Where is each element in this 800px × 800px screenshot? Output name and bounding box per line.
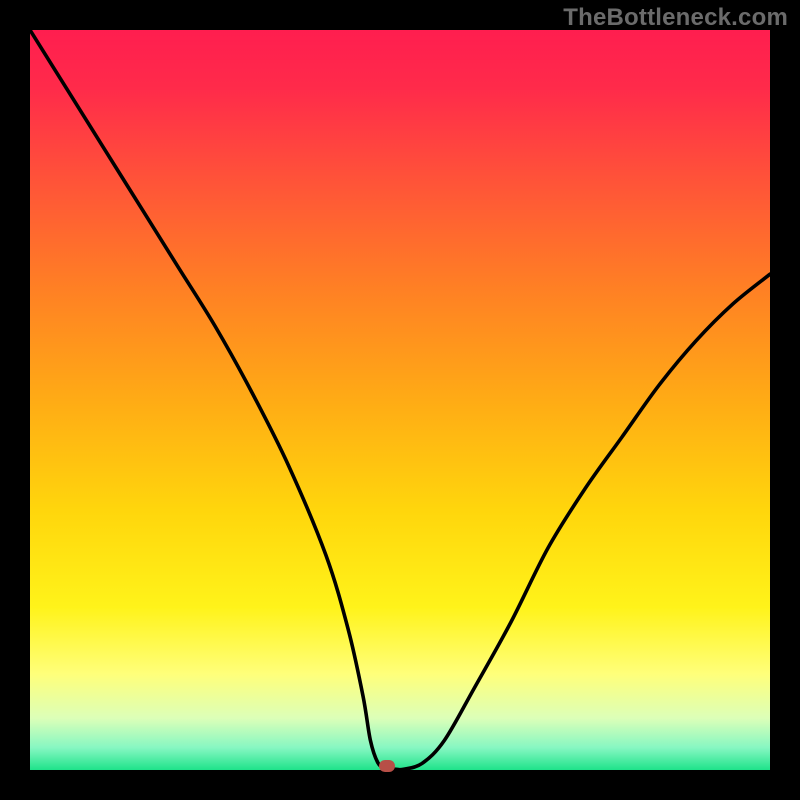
curve-layer <box>30 30 770 770</box>
chart-frame: TheBottleneck.com <box>0 0 800 800</box>
optimum-marker <box>379 760 395 772</box>
bottleneck-curve <box>30 30 770 770</box>
watermark-text: TheBottleneck.com <box>563 4 788 32</box>
plot-area <box>30 30 770 770</box>
